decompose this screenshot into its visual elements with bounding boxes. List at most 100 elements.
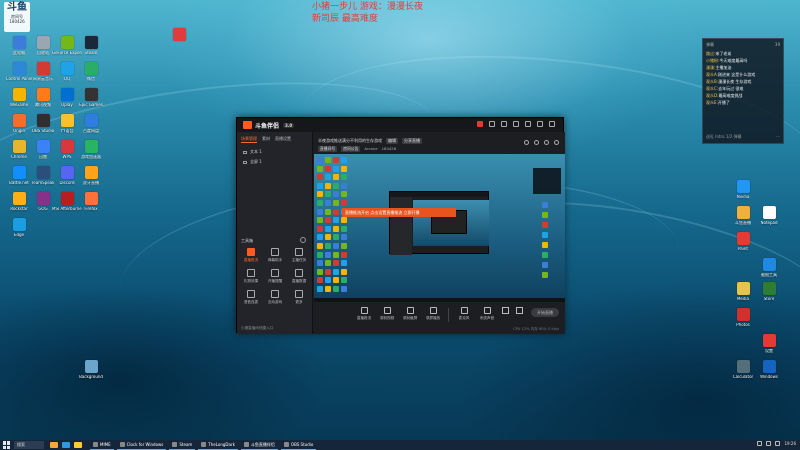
ime-icon[interactable] xyxy=(775,441,781,446)
tab-2[interactable]: 直播设置 xyxy=(275,136,291,143)
minimize-icon[interactable] xyxy=(525,121,531,127)
refresh-icon[interactable] xyxy=(524,140,529,145)
tool-button[interactable]: 直播数据 xyxy=(287,269,311,284)
desktop-icon[interactable]: Epic Games xyxy=(78,88,104,116)
desktop-icon[interactable]: Chrome xyxy=(6,140,32,168)
stream-preview[interactable]: 直播推流开启 点击设置直播推流 立即开播 xyxy=(314,154,565,302)
desktop-icon[interactable]: Discord xyxy=(54,166,80,194)
desktop-icon[interactable]: WPS xyxy=(54,140,80,168)
desktop-icon[interactable]: Photos xyxy=(730,308,756,336)
control-5[interactable]: 系统声音 xyxy=(479,304,495,321)
chat-more-button[interactable]: ··· xyxy=(776,134,780,140)
room-info-item[interactable]: 直播间号 xyxy=(318,146,338,152)
tool-button[interactable]: 主播任务 xyxy=(287,248,311,263)
tool-button[interactable]: 直播推流 xyxy=(239,248,263,263)
file-explorer-icon[interactable] xyxy=(50,442,58,448)
tool-button[interactable]: 语音连麦 xyxy=(239,290,263,305)
control-3[interactable]: 录屏播放 xyxy=(425,304,441,321)
control-2[interactable]: 录制截屏 xyxy=(402,304,418,321)
taskbar-task[interactable]: 斗鱼直播伴侣 xyxy=(240,441,278,450)
mute-icon[interactable] xyxy=(534,140,539,145)
app-titlebar[interactable]: 斗鱼伴侣 3.0 xyxy=(237,118,563,132)
eye-icon[interactable] xyxy=(243,150,247,154)
desktop-icon[interactable]: 网易云音乐 xyxy=(30,62,56,90)
desktop-icon[interactable]: GeForce Experience xyxy=(52,36,82,64)
maximize-icon[interactable] xyxy=(537,121,543,127)
desktop-icon[interactable]: Rockstar xyxy=(6,192,32,220)
eye-icon[interactable] xyxy=(243,160,247,164)
desktop-icon[interactable]: 设置 xyxy=(756,334,782,362)
edge-icon[interactable] xyxy=(62,442,70,448)
desktop-icon[interactable]: QQ xyxy=(54,62,80,90)
desktop-icon[interactable]: YY语音 xyxy=(54,114,80,142)
desktop-icon[interactable]: Notepad xyxy=(756,206,782,234)
scene-item[interactable]: 文本 1 xyxy=(237,147,312,157)
toolbox-settings-icon[interactable] xyxy=(300,237,306,243)
taskbar-task[interactable]: OBS Studio xyxy=(280,441,317,450)
user-icon[interactable] xyxy=(489,121,495,127)
desktop-icon[interactable]: 百度网盘 xyxy=(78,114,104,142)
settings-icon[interactable] xyxy=(513,121,519,127)
control-4[interactable]: 麦克风 xyxy=(456,304,472,321)
desktop-icon[interactable]: 微信 xyxy=(78,62,104,90)
edit-title-button[interactable]: 编辑 xyxy=(386,138,398,144)
desktop-icon[interactable]: MSI Afterburner xyxy=(52,192,82,220)
desktop-icon[interactable]: Steam xyxy=(78,36,104,64)
desktop-icon[interactable]: Uplay xyxy=(54,88,80,116)
network-icon[interactable] xyxy=(757,441,763,446)
share-icon[interactable] xyxy=(554,140,559,145)
desktop-icon[interactable]: GOG xyxy=(30,192,56,220)
control-0[interactable]: 直播推流 xyxy=(356,304,372,321)
desktop-icon[interactable]: Background xyxy=(78,360,104,388)
volume-slider-icon[interactable] xyxy=(502,307,509,314)
tab-0[interactable]: 场景管理 xyxy=(241,136,257,143)
desktop-icon[interactable]: Control Panel xyxy=(6,62,32,90)
desktop-icon[interactable]: 腾讯视频 xyxy=(30,88,56,116)
chrome-icon[interactable] xyxy=(74,442,82,448)
desktop-icon[interactable]: Media xyxy=(730,282,756,310)
taskbar-task[interactable]: TheLongDark xyxy=(198,441,238,450)
desktop-icon[interactable]: Edge xyxy=(6,218,32,246)
push-stream-banner[interactable]: 直播推流开启 点击设置直播推流 立即开播 xyxy=(342,208,456,217)
start-button[interactable] xyxy=(3,441,11,449)
taskbar-task[interactable]: MIME xyxy=(90,441,114,450)
scene-item[interactable]: 全屏 1 xyxy=(237,157,312,167)
desktop-icon[interactable]: WeGame xyxy=(6,88,32,116)
tool-button[interactable]: 弹幕助手 xyxy=(263,248,287,263)
taskbar-task[interactable]: Steam xyxy=(169,441,196,450)
desktop-icon[interactable]: 游戏加速器 xyxy=(78,140,104,168)
room-info-item[interactable]: 房间公告 xyxy=(341,146,361,152)
desktop-icon[interactable]: OBS Studio xyxy=(30,114,56,142)
tool-button[interactable]: 开播提醒 xyxy=(263,269,287,284)
desktop-icon[interactable]: Nvidia xyxy=(730,180,756,208)
notification-icon[interactable] xyxy=(477,121,483,127)
desktop-icon[interactable] xyxy=(166,28,192,56)
desktop-icon[interactable]: TeamSpeak xyxy=(30,166,56,194)
desktop-icon[interactable]: Battle.net xyxy=(6,166,32,194)
desktop-icon[interactable]: Calculator xyxy=(730,360,756,388)
control-1[interactable]: 录制视频 xyxy=(379,304,395,321)
mail-icon[interactable] xyxy=(501,121,507,127)
desktop-icon[interactable]: 迅雷 xyxy=(30,140,56,168)
desktop-icon[interactable]: Firefox xyxy=(78,192,104,220)
share-live-button[interactable]: 分享直播 xyxy=(402,138,422,144)
desktop-icon[interactable]: Paint xyxy=(730,232,756,260)
taskbar-search[interactable]: 搜索 xyxy=(14,441,44,449)
desktop-icon[interactable]: 此电脑 xyxy=(6,36,32,64)
sidebar-footer[interactable]: 小猪直播间快捷入口 xyxy=(241,326,273,331)
tool-button[interactable]: 互动游戏 xyxy=(263,290,287,305)
tab-1[interactable]: 素材 xyxy=(262,136,270,143)
settings-gear-icon[interactable] xyxy=(516,307,523,314)
go-live-button[interactable]: 开始直播 xyxy=(531,308,559,317)
taskbar-task[interactable]: Clock for Windows xyxy=(116,441,167,450)
desktop-icon[interactable]: 回收站 xyxy=(30,36,56,64)
clock[interactable]: 19:26 xyxy=(784,441,796,446)
desktop-icon[interactable]: Windows xyxy=(756,360,782,388)
tool-button[interactable]: 更多 xyxy=(287,290,311,305)
tool-button[interactable]: 礼物效果 xyxy=(239,269,263,284)
desktop-icon[interactable]: 虎牙直播 xyxy=(78,166,104,194)
desktop-icon[interactable]: 斗鱼直播 xyxy=(730,206,756,234)
bell-icon[interactable] xyxy=(544,140,549,145)
volume-icon[interactable] xyxy=(766,441,772,446)
close-icon[interactable] xyxy=(549,121,555,127)
